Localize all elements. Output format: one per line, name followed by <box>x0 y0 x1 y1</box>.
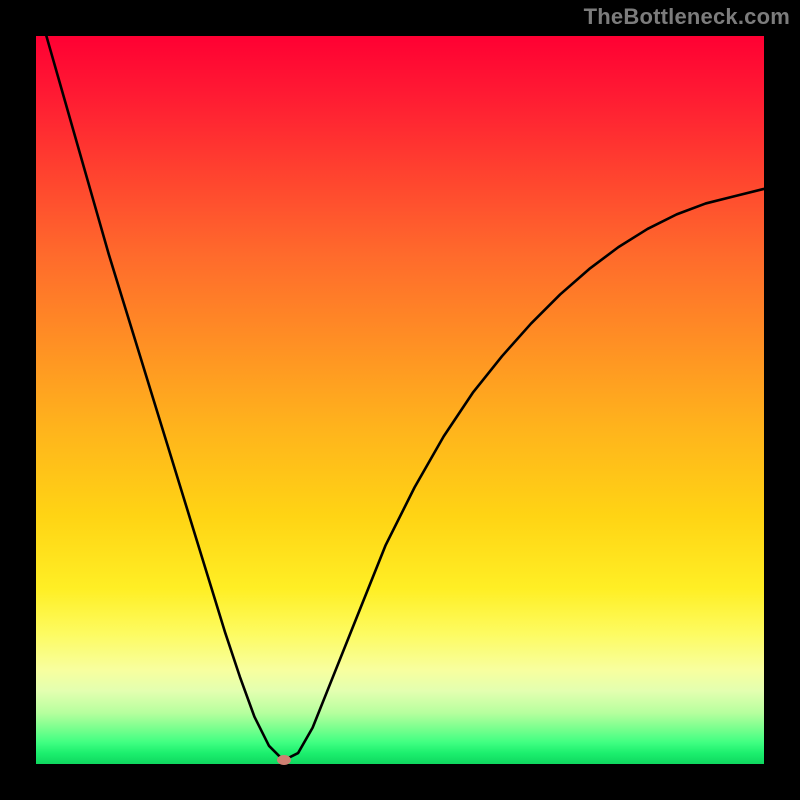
optimal-point-marker <box>277 755 291 765</box>
watermark-text: TheBottleneck.com <box>584 4 790 30</box>
bottleneck-curve <box>36 36 764 764</box>
chart-frame: TheBottleneck.com <box>0 0 800 800</box>
plot-area <box>36 36 764 764</box>
